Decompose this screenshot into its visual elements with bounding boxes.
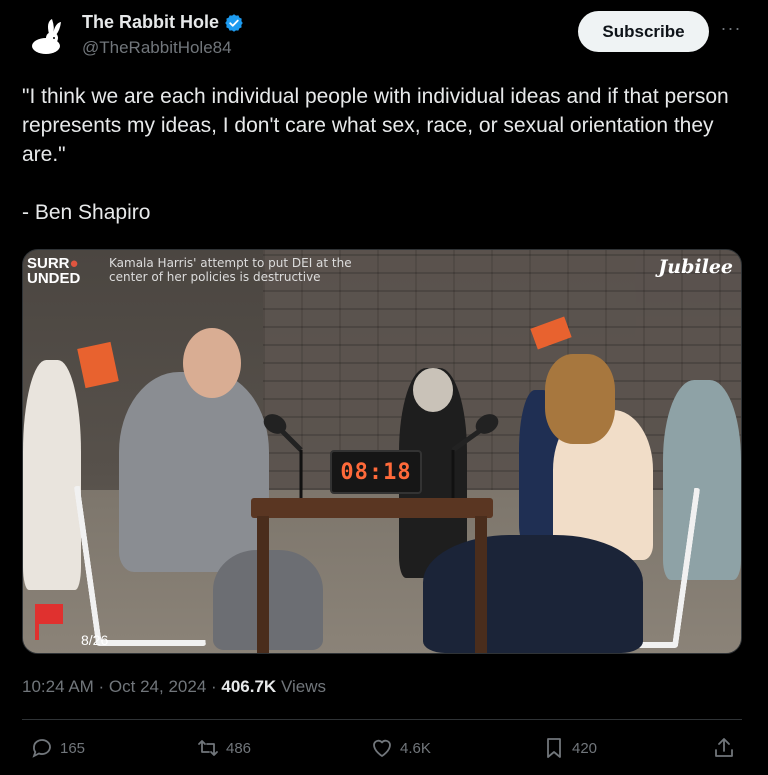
repost-icon: [198, 740, 218, 756]
like-count: 4.6K: [400, 739, 431, 757]
views-label: Views: [276, 677, 326, 696]
divider: [22, 719, 742, 720]
speaker-right-skirt: [423, 535, 643, 653]
views-count: 406.7K: [221, 677, 277, 696]
bookmark-button[interactable]: 420: [542, 736, 597, 760]
user-handle[interactable]: @TheRabbitHole84: [82, 38, 232, 58]
video-caption: Kamala Harris' attempt to put DEI at the…: [109, 256, 352, 284]
table-top: [251, 498, 493, 518]
post-time: 10:24 AM · Oct 24, 2024 ·: [22, 677, 222, 696]
speaker-left-head: [183, 328, 241, 398]
like-button[interactable]: 4.6K: [370, 736, 431, 760]
speaker-right-hair: [545, 354, 615, 444]
microphone-left-icon: [263, 414, 303, 498]
microphone-right-icon: [451, 414, 499, 498]
bookmark-icon: [547, 738, 561, 758]
rabbit-logo-icon: [32, 19, 61, 54]
display-name-row: The Rabbit Hole: [82, 12, 244, 33]
heart-icon: [373, 739, 391, 757]
show-logo-line2: UNDED: [27, 270, 81, 287]
repost-count: 486: [226, 739, 252, 757]
table-leg-left: [257, 516, 269, 653]
rabbit-avatar[interactable]: [22, 14, 70, 62]
video-player[interactable]: 08:18 SURR● UNDED Kamala Harris' attempt…: [22, 249, 742, 654]
reply-icon: [32, 739, 51, 758]
more-options-button[interactable]: ···: [719, 18, 743, 42]
action-bar: 165 486 4.6K 420: [22, 736, 742, 766]
countdown-clock: 08:18: [330, 450, 422, 494]
participant-center-head: [413, 368, 453, 412]
reply-button[interactable]: 165: [30, 736, 85, 760]
reply-count: 165: [60, 739, 86, 757]
participant-left: [23, 360, 81, 590]
jubilee-brand: Jubilee: [658, 256, 733, 278]
speaker-left: [119, 372, 269, 572]
verified-badge-icon: [225, 13, 243, 32]
display-name[interactable]: The Rabbit Hole: [82, 12, 219, 33]
share-button[interactable]: [712, 736, 736, 760]
share-icon: [715, 738, 733, 757]
table-leg-right: [475, 516, 487, 653]
show-logo: SURR● UNDED: [27, 255, 81, 287]
tweet-timestamp[interactable]: 10:24 AM · Oct 24, 2024 · 406.7K Views: [22, 677, 326, 697]
bookmark-count: 420: [572, 739, 598, 757]
repost-button[interactable]: 486: [196, 736, 251, 760]
video-counter: 8/26: [81, 632, 109, 648]
tweet-text: "I think we are each individual people w…: [22, 85, 729, 224]
red-flag-icon: [35, 604, 63, 640]
tweet-header: The Rabbit Hole @TheRabbitHole84 Subscri…: [0, 0, 768, 70]
subscribe-button[interactable]: Subscribe: [578, 11, 709, 52]
